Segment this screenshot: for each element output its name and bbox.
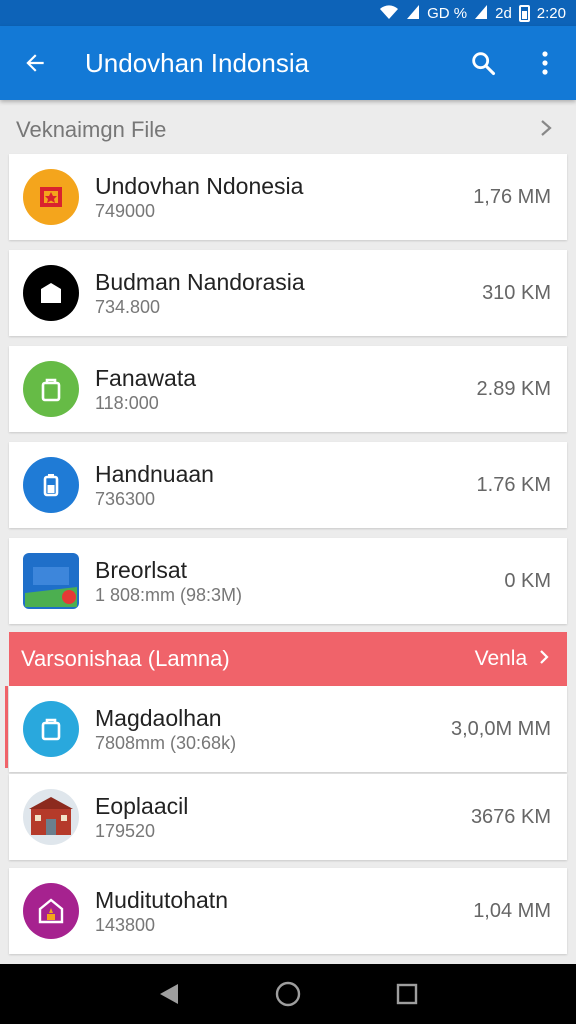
list-item[interactable]: Undovhan Ndonesia 749000 1,76 MM <box>9 154 567 240</box>
search-button[interactable] <box>452 26 514 100</box>
list-item[interactable]: Muditutohatn 143800 1,04 MM <box>9 868 567 954</box>
item-name: Undovhan Ndonesia <box>95 172 304 199</box>
item-subtitle: 118:000 <box>95 392 159 413</box>
item-size: 2.89 KM <box>476 377 551 400</box>
promo-banner[interactable]: Varsonishaa (Lamna) Venla <box>9 632 567 686</box>
box-icon <box>23 701 79 757</box>
item-size: 3,0,0M MM <box>450 717 551 740</box>
selection-indicator <box>5 686 8 768</box>
item-size: 1,04 MM <box>473 899 551 922</box>
building-icon <box>23 789 79 845</box>
home-circle-icon <box>275 981 301 1007</box>
item-size: 1,76 MM <box>473 185 551 208</box>
promo-action-label: Venla <box>474 647 528 670</box>
item-subtitle: 179520 <box>95 820 156 841</box>
section-header[interactable]: Veknaimgn File <box>0 108 576 152</box>
battery-icon <box>23 457 79 513</box>
item-name: Magdaolhan <box>95 704 222 731</box>
nav-home-button[interactable] <box>268 974 308 1014</box>
item-size: 0 KM <box>504 569 551 592</box>
map-icon <box>23 553 79 609</box>
network-text: 2d <box>495 4 512 22</box>
back-button[interactable] <box>0 26 70 100</box>
chevron-right-icon <box>540 650 549 664</box>
signal-icon <box>474 4 488 23</box>
status-time: 2:20 <box>536 4 566 22</box>
wifi-icon <box>379 4 399 23</box>
promo-label: Varsonishaa (Lamna) <box>21 646 230 671</box>
list-item[interactable]: Eoplaacil 179520 3676 KM <box>9 774 567 860</box>
item-size: 3676 KM <box>470 805 551 828</box>
page-title: Undovhan Indonsia <box>85 47 310 78</box>
signal-text: GD % <box>427 4 468 22</box>
item-name: Muditutohatn <box>95 886 228 913</box>
promo-action[interactable]: Venla <box>475 647 549 671</box>
nav-recents-button[interactable] <box>387 974 427 1014</box>
item-subtitle: 736300 <box>95 488 156 509</box>
item-subtitle: 749000 <box>95 200 156 221</box>
section-label: Veknaimgn File <box>16 117 167 142</box>
list-item[interactable]: Handnuaan 736300 1.76 KM <box>9 442 567 528</box>
item-name: Budman Nandorasia <box>95 268 305 295</box>
item-subtitle: 1 808:mm (98:3M) <box>95 584 243 605</box>
signal-icon <box>406 4 420 23</box>
back-triangle-icon <box>160 984 179 1004</box>
item-subtitle: 143800 <box>95 914 156 935</box>
item-name: Breorlsat <box>95 556 188 583</box>
home-icon <box>23 883 79 939</box>
item-name: Eoplaacil <box>95 792 189 819</box>
back-arrow-icon <box>26 54 44 72</box>
app-bar: Undovhan Indonsia <box>0 26 576 100</box>
list-item[interactable]: Magdaolhan 7808mm (30:68k) 3,0,0M MM <box>9 686 567 772</box>
list-item[interactable]: Fanawata 118:000 2.89 KM <box>9 346 567 432</box>
recents-square-icon <box>396 983 417 1005</box>
item-size: 1.76 KM <box>476 473 551 496</box>
status-bar: GD % 2d 2:20 <box>0 0 576 26</box>
package-icon <box>23 265 79 321</box>
chevron-right-icon <box>540 117 552 143</box>
item-name: Handnuaan <box>95 460 214 487</box>
more-vert-icon <box>542 51 548 75</box>
item-subtitle: 734.800 <box>95 296 161 317</box>
more-options-button[interactable] <box>514 26 576 100</box>
battery-icon <box>518 4 530 22</box>
list-item[interactable]: Budman Nandorasia 734.800 310 KM <box>9 250 567 336</box>
item-name: Fanawata <box>95 364 197 391</box>
nav-back-button[interactable] <box>149 974 189 1014</box>
search-icon <box>472 52 496 76</box>
item-subtitle: 7808mm (30:68k) <box>95 732 237 753</box>
list-item[interactable]: Breorlsat 1 808:mm (98:3M) 0 KM <box>9 538 567 624</box>
system-nav-bar <box>0 964 576 1024</box>
bag-icon <box>23 361 79 417</box>
flag-icon <box>23 169 79 225</box>
item-size: 310 KM <box>482 281 551 304</box>
